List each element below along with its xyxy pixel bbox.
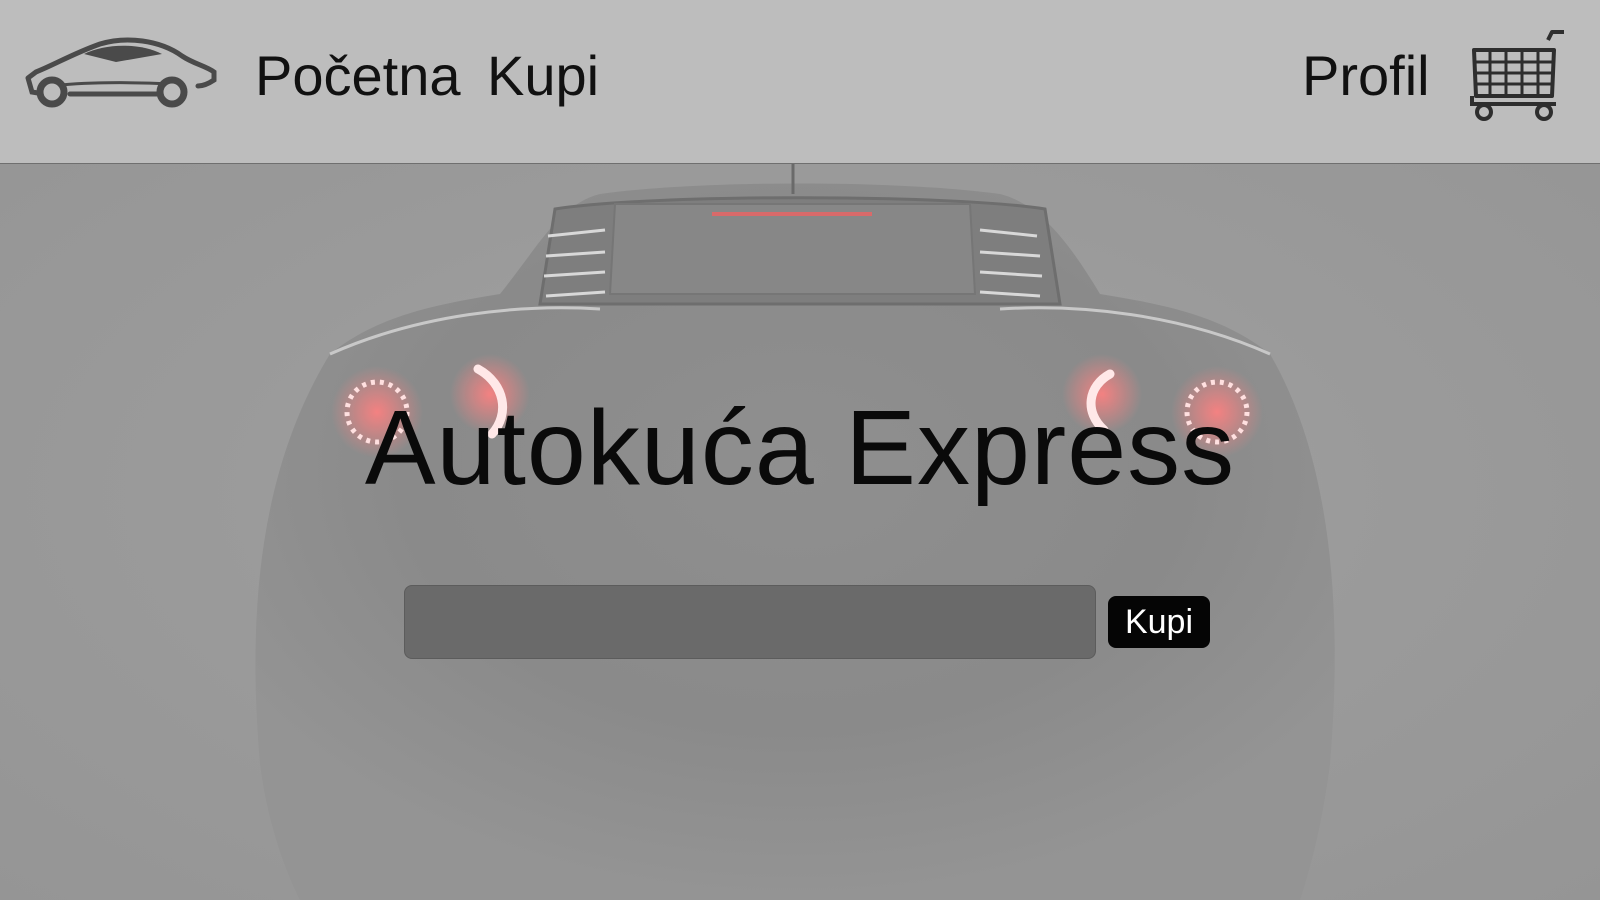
buy-button[interactable]: Kupi — [1108, 596, 1210, 648]
nav-buy-link[interactable]: Kupi — [487, 40, 599, 112]
top-navigation-bar: Početna Kupi Profil — [0, 0, 1600, 164]
car-logo-icon[interactable] — [22, 34, 218, 110]
page-title: Autokuća Express — [364, 389, 1236, 507]
hero-section: Autokuća Express Kupi — [0, 164, 1600, 900]
shopping-cart-icon[interactable] — [1468, 26, 1566, 124]
nav-home-link[interactable]: Početna — [255, 40, 461, 112]
car-background-image — [255, 164, 1335, 900]
nav-profile-link[interactable]: Profil — [1302, 40, 1430, 112]
search-input[interactable] — [404, 585, 1096, 659]
